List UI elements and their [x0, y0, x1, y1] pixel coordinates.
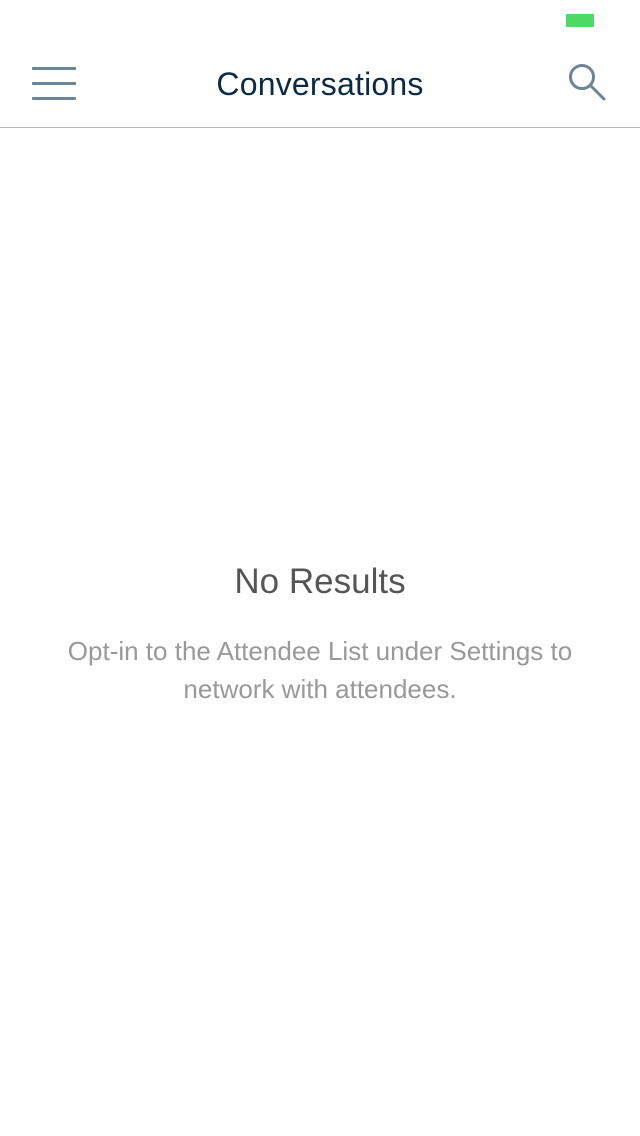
empty-state: No Results Opt-in to the Attendee List u… [0, 558, 640, 708]
empty-state-message: Opt-in to the Attendee List under Settin… [67, 636, 573, 704]
empty-state-title: No Results [234, 562, 406, 601]
search-button[interactable] [562, 60, 614, 108]
search-icon [569, 64, 606, 101]
page-title: Conversations [216, 66, 424, 102]
status-bar [0, 0, 640, 40]
menu-button[interactable] [28, 62, 80, 106]
navigation-bar: Conversations [0, 0, 640, 128]
conversations-screen: Conversations No Results Opt-in to the A… [0, 0, 640, 1136]
battery-icon [566, 14, 594, 27]
